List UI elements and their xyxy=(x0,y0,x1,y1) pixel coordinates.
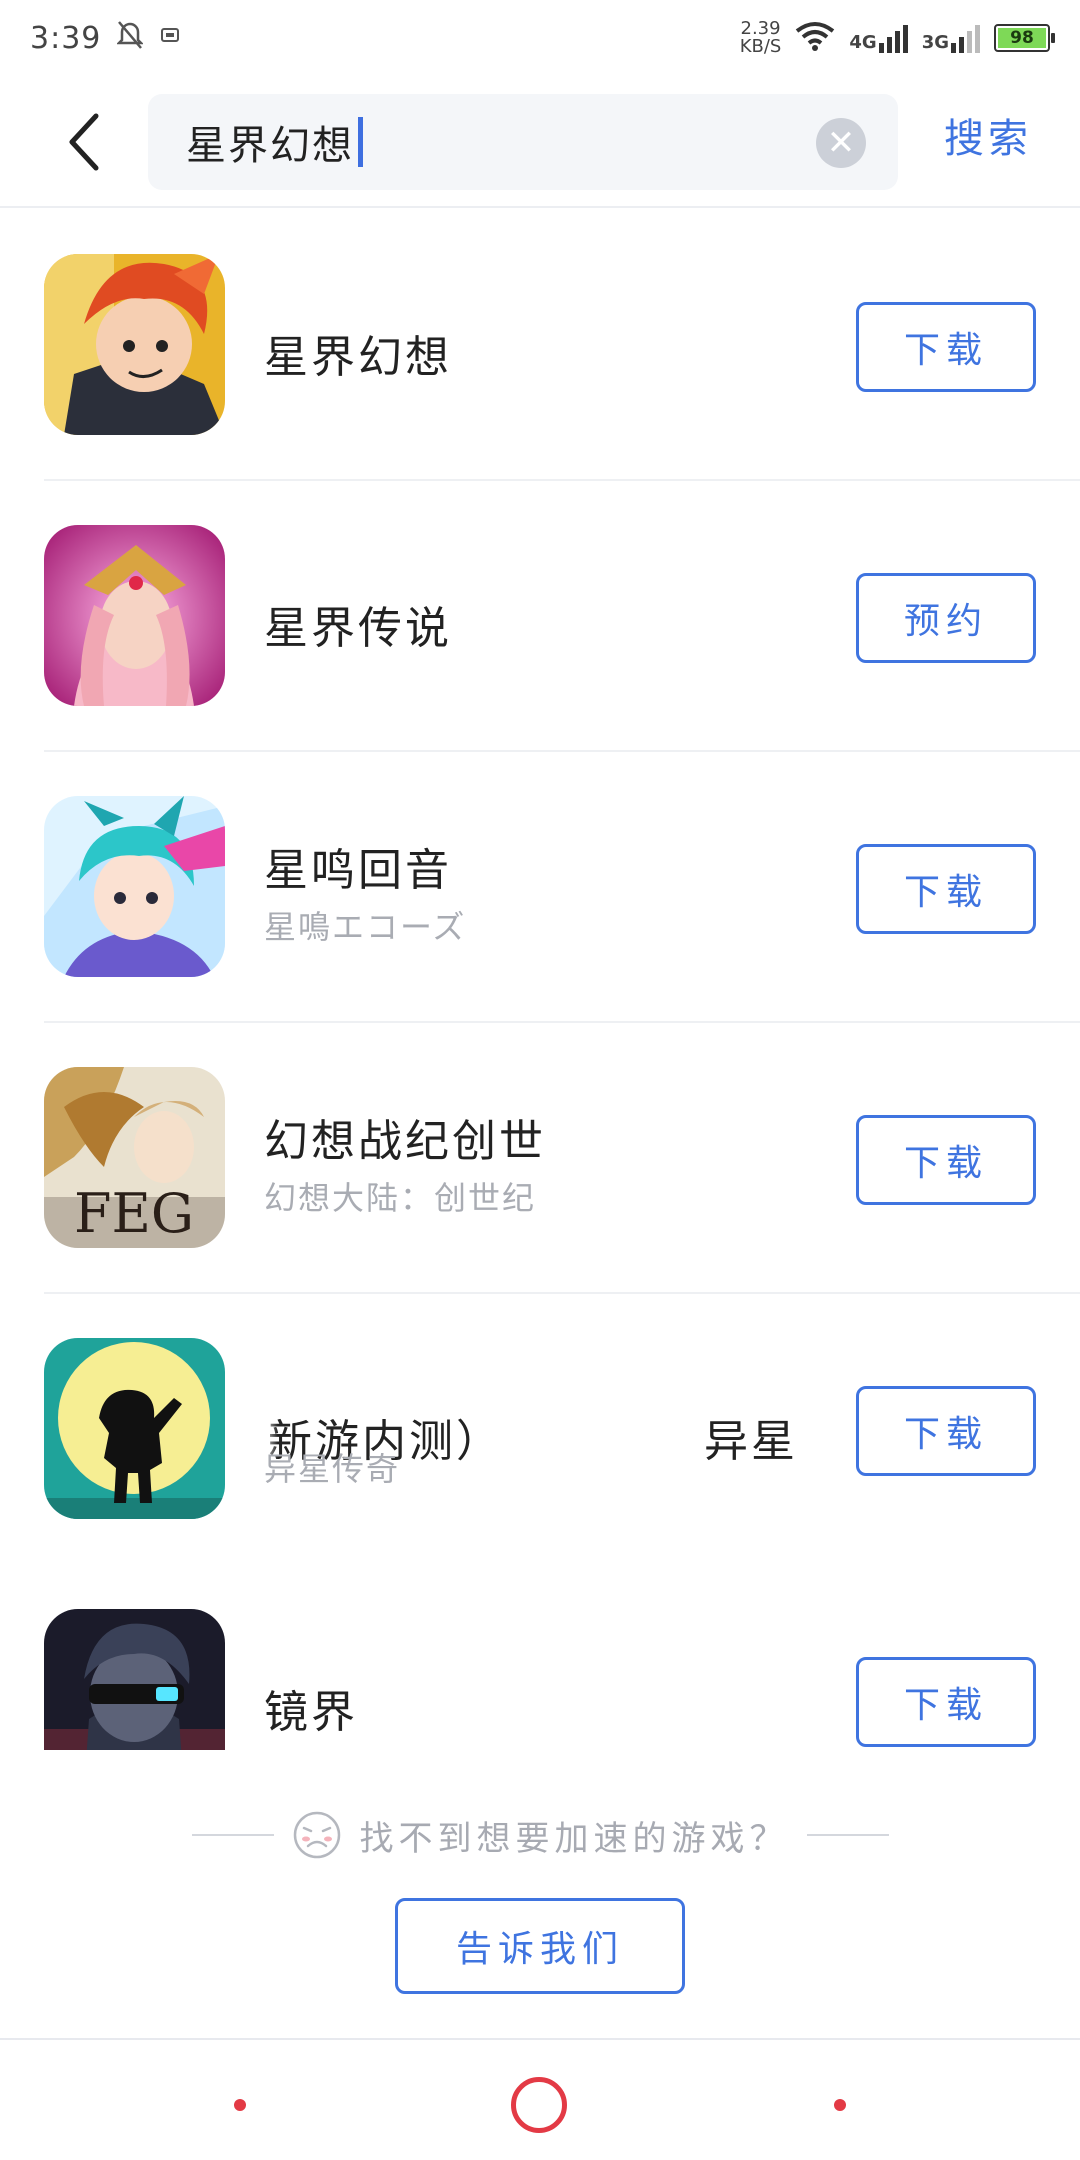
divider-line xyxy=(191,1834,274,1836)
search-input[interactable]: 星界幻想 xyxy=(186,113,354,171)
chevron-left-icon xyxy=(69,113,99,171)
signal-bars-icon xyxy=(951,23,980,53)
results-list[interactable]: 星界幻想 下载 星界传说 预约 星鸣回音 星鳴エコーズ 下载 FEG 幻想战纪创… xyxy=(0,210,1080,1750)
network-speed: 2.39 KB/S xyxy=(740,20,782,56)
signal-4g: 4G xyxy=(849,23,908,53)
nav-home-button[interactable] xyxy=(511,2077,567,2133)
text-cursor xyxy=(358,117,363,167)
net-label-3g: 3G xyxy=(921,32,949,53)
list-item[interactable]: 星界传说 预约 xyxy=(44,481,1080,752)
battery-icon: 98 xyxy=(994,24,1055,52)
svg-text:FEG: FEG xyxy=(74,1182,194,1245)
status-time: 3:39 xyxy=(30,20,102,56)
sad-face-icon xyxy=(293,1811,340,1859)
download-button[interactable]: 下载 xyxy=(856,1657,1036,1747)
search-button[interactable]: 搜索 xyxy=(944,106,1032,164)
game-icon-red-hair-hero[interactable] xyxy=(44,254,225,435)
nav-back-dot[interactable] xyxy=(234,2099,246,2111)
net-label-4g: 4G xyxy=(849,32,877,53)
app-name-scroll: 异星 xyxy=(704,1416,798,1467)
app-subtitle: 幻想大陆：创世纪 xyxy=(264,1179,537,1217)
download-button[interactable]: 下载 xyxy=(856,844,1036,934)
app-name: 镜界 xyxy=(264,1687,358,1738)
battery-level: 98 xyxy=(998,28,1046,48)
game-icon-pink-goddess[interactable] xyxy=(44,525,225,706)
list-item[interactable]: 镜界 下载 xyxy=(44,1565,1080,1750)
app-subtitle: 星鳴エコーズ xyxy=(264,908,467,946)
speed-unit: KB/S xyxy=(739,36,782,57)
signal-3g: 3G xyxy=(922,23,980,53)
list-item[interactable]: 星鸣回音 星鳴エコーズ 下载 xyxy=(44,752,1080,1023)
app-name: 星界幻想 xyxy=(264,332,452,383)
game-icon-moon-silhouette[interactable] xyxy=(44,1338,225,1519)
not-found-section: 找不到想要加速的游戏？ 告诉我们 xyxy=(0,1770,1080,2040)
download-button[interactable]: 下载 xyxy=(856,1386,1036,1476)
app-name: 星界传说 xyxy=(264,603,452,654)
navigation-bar xyxy=(0,2042,1080,2160)
game-icon-anime-boy[interactable] xyxy=(44,796,225,977)
signal-bars-icon xyxy=(878,23,908,53)
list-item[interactable]: FEG 幻想战纪创世 幻想大陆：创世纪 下载 xyxy=(44,1023,1080,1294)
search-field[interactable]: 星界幻想 ✕ xyxy=(148,94,898,190)
list-item[interactable]: 星界幻想 下载 xyxy=(44,210,1080,481)
game-icon-cyber-warrior[interactable] xyxy=(44,1609,225,1750)
nav-recent-dot[interactable] xyxy=(834,2099,846,2111)
clear-icon[interactable]: ✕ xyxy=(816,118,866,168)
reserve-button[interactable]: 预约 xyxy=(856,573,1036,663)
back-button[interactable] xyxy=(44,102,124,182)
mute-bell-icon xyxy=(116,20,145,57)
wifi-icon xyxy=(795,21,835,55)
download-button[interactable]: 下载 xyxy=(856,302,1036,392)
list-item[interactable]: 新游内测） 异星 异星传奇 下载 xyxy=(44,1294,1080,1565)
app-name: 幻想战纪创世 xyxy=(264,1116,546,1167)
notification-app-icon xyxy=(159,23,181,53)
tell-us-button[interactable]: 告诉我们 xyxy=(395,1898,685,1994)
app-subtitle: 异星传奇 xyxy=(264,1450,401,1488)
not-found-text: 找不到想要加速的游戏？ xyxy=(359,1818,789,1859)
status-bar: 3:39 2.39 KB/S 4G 3G 98 xyxy=(0,0,1080,76)
app-name: 星鸣回音 xyxy=(264,845,452,896)
game-icon-feg[interactable]: FEG xyxy=(44,1067,225,1248)
not-found-row: 找不到想要加速的游戏？ xyxy=(0,1810,1080,1860)
search-header: 星界幻想 ✕ 搜索 xyxy=(0,76,1080,208)
divider-line xyxy=(806,1834,889,1836)
download-button[interactable]: 下载 xyxy=(856,1115,1036,1205)
